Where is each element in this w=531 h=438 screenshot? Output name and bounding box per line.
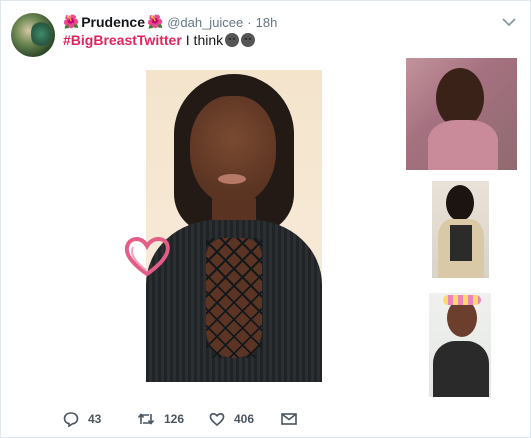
display-name[interactable]: Prudence: [81, 14, 145, 30]
flower-icon: 🌺: [63, 14, 80, 29]
message-icon: [281, 413, 297, 425]
tweet-text: #BigBreastTwitter I think: [63, 32, 256, 48]
hashtag-link[interactable]: #BigBreastTwitter: [63, 32, 182, 48]
separator: ·: [247, 14, 252, 30]
media-photo-3[interactable]: [432, 181, 489, 278]
heart-sticker-icon: [124, 237, 170, 277]
retweet-count: 126: [164, 412, 185, 426]
retweet-icon: [137, 413, 155, 425]
like-icon: [209, 413, 225, 427]
like-button[interactable]: 406: [209, 409, 254, 429]
retweet-button[interactable]: 126: [137, 409, 184, 429]
reply-icon: [63, 412, 79, 427]
avatar[interactable]: [11, 13, 55, 57]
reply-count: 43: [88, 412, 102, 426]
like-count: 406: [234, 412, 255, 426]
chevron-down-icon[interactable]: [502, 17, 516, 27]
tweet-card: 🌺 Prudence 🌺 @dah_juicee · 18h #BigBreas…: [0, 0, 531, 438]
flower-icon: 🌺: [147, 14, 164, 29]
timestamp[interactable]: 18h: [256, 15, 278, 30]
tweet-body: I think: [185, 32, 224, 48]
message-button[interactable]: [281, 409, 297, 429]
emoji-icon: [241, 33, 256, 47]
tweet-header: 🌺 Prudence 🌺 @dah_juicee · 18h: [63, 13, 277, 31]
user-handle[interactable]: @dah_juicee: [167, 15, 243, 30]
media-photo-2[interactable]: [406, 58, 517, 170]
media-photo-4[interactable]: [429, 293, 491, 397]
reply-button[interactable]: 43: [63, 409, 101, 429]
media-photo-main[interactable]: [146, 70, 322, 382]
emoji-icon: [225, 33, 240, 47]
